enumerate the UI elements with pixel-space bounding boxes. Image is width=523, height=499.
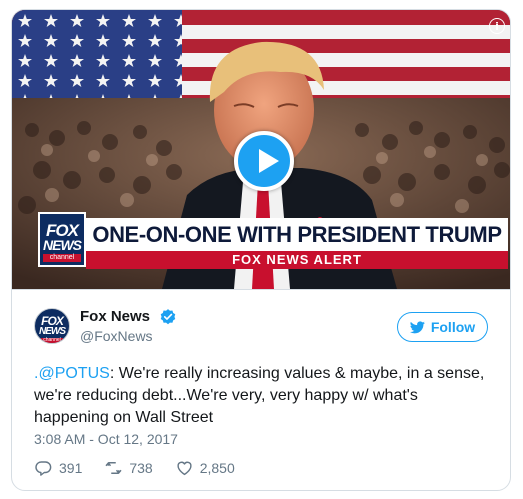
tweet-text: .@POTUS: We're really increasing values …	[34, 363, 494, 429]
video-thumbnail[interactable]: i FOX NEWS channel ONE-ON-ONE WITH PRESI…	[12, 10, 510, 289]
broadcast-headline: ONE-ON-ONE WITH PRESIDENT TRUMP	[86, 218, 508, 251]
author-name[interactable]: Fox News	[80, 308, 150, 325]
like-button[interactable]: 2,850	[175, 459, 235, 477]
embedded-tweet-card: i FOX NEWS channel ONE-ON-ONE WITH PRESI…	[11, 9, 511, 491]
fox-news-channel-logo: FOX NEWS channel	[38, 212, 86, 267]
like-icon	[177, 461, 192, 476]
like-count: 2,850	[199, 460, 235, 476]
verified-badge-icon	[160, 309, 176, 325]
follow-label: Follow	[430, 319, 476, 335]
reply-icon	[35, 461, 52, 476]
reply-count: 391	[59, 460, 83, 476]
tweet-body: FOX NEWS channel Fox News @FoxNews Follo…	[12, 289, 510, 490]
tweet-timestamp[interactable]: 3:08 AM - Oct 12, 2017	[34, 431, 178, 447]
tweet-actions: 391 738 2,850	[34, 458, 257, 478]
info-icon[interactable]: i	[489, 18, 505, 34]
play-icon[interactable]	[234, 131, 294, 191]
twitter-bird-icon	[409, 320, 425, 333]
author-handle[interactable]: @FoxNews	[80, 328, 153, 344]
follow-button[interactable]: Follow	[397, 312, 488, 342]
retweet-icon	[105, 462, 122, 474]
retweet-count: 738	[129, 460, 153, 476]
retweet-button[interactable]: 738	[104, 459, 153, 477]
mention-link[interactable]: .@POTUS	[34, 365, 110, 382]
reply-button[interactable]: 391	[34, 459, 82, 477]
news-lower-third: FOX NEWS channel ONE-ON-ONE WITH PRESIDE…	[38, 212, 508, 272]
avatar[interactable]: FOX NEWS channel	[34, 308, 70, 344]
broadcast-alert-banner: FOX NEWS ALERT	[86, 251, 508, 269]
